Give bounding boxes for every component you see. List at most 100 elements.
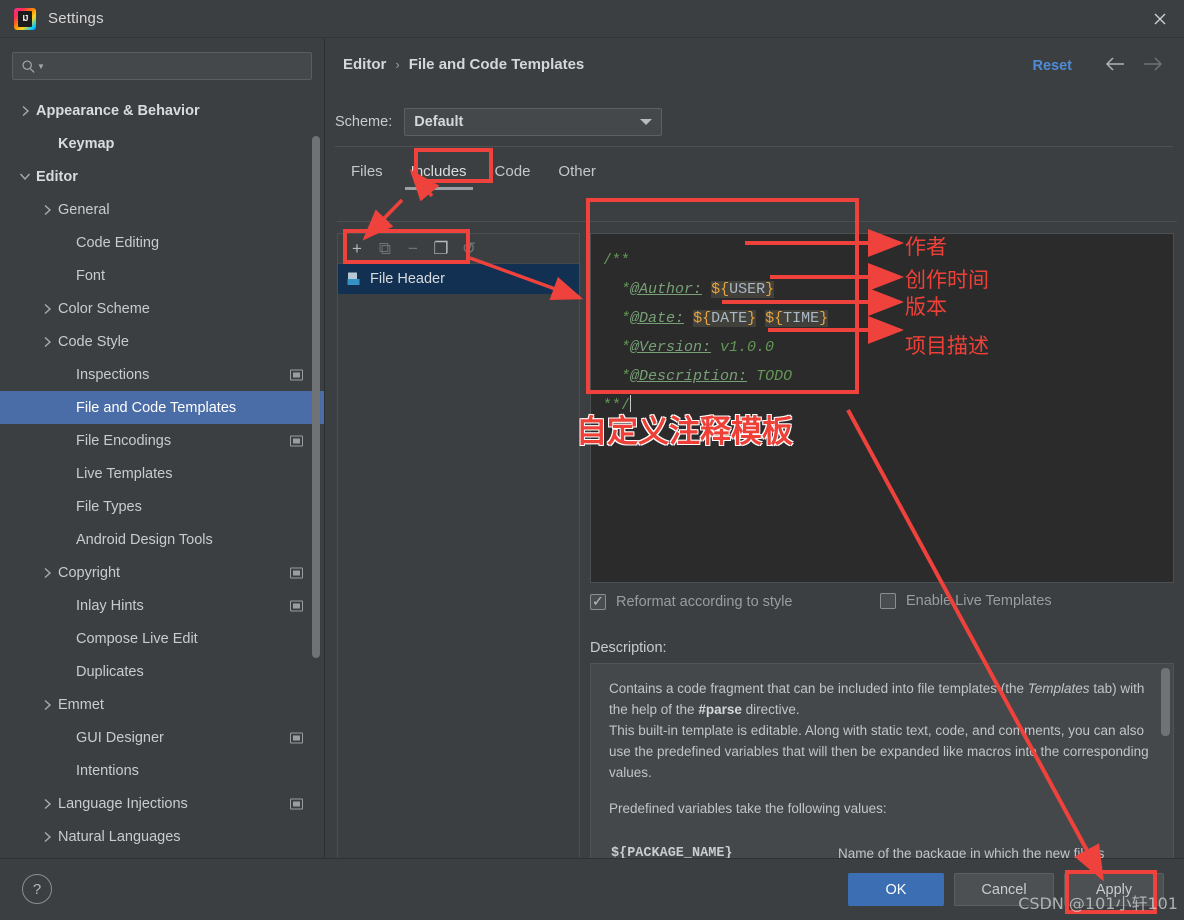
sidebar-item-compose-live-edit[interactable]: Compose Live Edit [0, 622, 324, 655]
copy-add-icon[interactable]: ⧉ [374, 238, 396, 260]
clone-icon[interactable]: ❐ [430, 238, 452, 260]
chevron-right-icon[interactable] [40, 797, 54, 811]
template-code-editor[interactable]: /** *@Author: ${USER} *@Date: ${DATE} ${… [590, 233, 1174, 583]
code-token: TODO [747, 368, 793, 385]
scheme-select[interactable]: Default [404, 108, 663, 136]
sidebar-item-editor[interactable]: Editor [0, 160, 324, 193]
code-line: *@Author: ${USER} [603, 275, 1173, 304]
editor-options: ✓ Reformat according to style Enable Liv… [590, 593, 1174, 619]
reformat-checkbox[interactable]: ✓ Reformat according to style [590, 594, 793, 610]
sidebar-item-language-injections[interactable]: Language Injections [0, 787, 324, 820]
cancel-button[interactable]: Cancel [954, 873, 1054, 906]
close-icon[interactable] [1136, 0, 1184, 37]
code-token: **/ [603, 397, 631, 414]
arrow-left-icon[interactable] [1104, 56, 1126, 72]
desc-p1-a: Contains a code fragment that can be inc… [609, 681, 1028, 696]
apply-button[interactable]: Apply [1064, 873, 1164, 906]
sidebar-item-code-style[interactable]: Code Style [0, 325, 324, 358]
arrow-right-icon[interactable] [1142, 56, 1164, 72]
code-token: * [621, 339, 631, 356]
sidebar-item-android-design-tools[interactable]: Android Design Tools [0, 523, 324, 556]
sidebar-item-inlay-hints[interactable]: Inlay Hints [0, 589, 324, 622]
nav-arrows [1104, 56, 1164, 72]
sidebar-item-font[interactable]: Font [0, 259, 324, 292]
sidebar-item-label: Copyright [58, 564, 121, 581]
help-button[interactable]: ? [22, 874, 52, 904]
breadcrumb-root[interactable]: Editor [343, 56, 386, 73]
chevron-right-icon[interactable] [40, 566, 54, 580]
sidebar-item-natural-languages[interactable]: Natural Languages [0, 820, 324, 853]
sidebar-item-gui-designer[interactable]: GUI Designer [0, 721, 324, 754]
add-icon[interactable]: + [346, 238, 368, 260]
vars-intro: Predefined variables take the following … [609, 801, 887, 816]
reset-link[interactable]: Reset [1033, 58, 1073, 74]
chevron-right-icon[interactable] [40, 698, 54, 712]
scheme-value: Default [414, 114, 464, 130]
sidebar-item-copyright[interactable]: Copyright [0, 556, 324, 589]
settings-sidebar: ▼ Appearance & Behavior Keymap Editor Gener… [0, 38, 325, 858]
code-line: *@Description: TODO [603, 362, 1173, 391]
ok-button[interactable]: OK [848, 873, 944, 906]
sidebar-item-general[interactable]: General [0, 193, 324, 226]
scheme-label: Scheme: [335, 114, 393, 130]
sidebar-item-keymap[interactable]: Keymap [0, 127, 324, 160]
sidebar-item-label: Appearance & Behavior [36, 102, 200, 119]
chevron-down-icon[interactable] [18, 170, 32, 184]
template-tabs[interactable]: Files Includes Code Other [337, 150, 1177, 192]
chevron-right-icon[interactable] [40, 830, 54, 844]
sidebar-item-file-types[interactable]: File Types [0, 490, 324, 523]
sidebar-item-label: Code Style [58, 333, 129, 350]
live-templates-checkbox[interactable]: Enable Live Templates [880, 593, 1052, 609]
intellij-idea-icon: IJ [14, 7, 36, 30]
description-paragraph-1: Contains a code fragment that can be inc… [609, 678, 1155, 720]
sidebar-item-label: Intentions [76, 762, 139, 779]
sidebar-item-inspections[interactable]: Inspections [0, 358, 324, 391]
sidebar-item-file-and-code-templates[interactable]: File and Code Templates [0, 391, 324, 424]
sidebar-scrollbar[interactable] [312, 136, 320, 658]
sidebar-item-intentions[interactable]: Intentions [0, 754, 324, 787]
code-token: v1.0.0 [711, 339, 775, 356]
breadcrumb-separator: › [395, 57, 400, 72]
chevron-right-icon[interactable] [40, 335, 54, 349]
remove-icon[interactable]: − [402, 238, 424, 260]
sidebar-item-label: Android Design Tools [76, 531, 213, 548]
code-token: * [621, 368, 631, 385]
settings-tree[interactable]: Appearance & Behavior Keymap Editor General… [0, 94, 324, 858]
chevron-right-icon[interactable] [18, 104, 32, 118]
sidebar-item-appearance-behavior[interactable]: Appearance & Behavior [0, 94, 324, 127]
list-item[interactable]: File Header [338, 264, 579, 294]
code-token: /** [603, 252, 631, 269]
search-box[interactable]: ▼ [12, 52, 312, 80]
scheme-row: Scheme: Default [335, 98, 1175, 146]
project-scope-badge-icon [290, 600, 303, 611]
code-token: DATE [711, 310, 748, 327]
sidebar-item-label: Compose Live Edit [76, 630, 198, 647]
sidebar-item-color-scheme[interactable]: Color Scheme [0, 292, 324, 325]
reset-undo-icon[interactable]: ↺ [458, 238, 480, 260]
chevron-right-icon[interactable] [40, 203, 54, 217]
sidebar-item-code-editing[interactable]: Code Editing [0, 226, 324, 259]
sidebar-item-file-encodings[interactable]: File Encodings [0, 424, 324, 457]
tab-code[interactable]: Code [481, 150, 545, 192]
description-box: Contains a code fragment that can be inc… [590, 663, 1174, 881]
text-caret [630, 395, 632, 412]
title-bar: IJ Settings [0, 0, 1184, 38]
sidebar-item-duplicates[interactable]: Duplicates [0, 655, 324, 688]
tab-other[interactable]: Other [544, 150, 610, 192]
search-input[interactable] [44, 58, 311, 74]
sidebar-item-emmet[interactable]: Emmet [0, 688, 324, 721]
template-list[interactable]: File Header [338, 264, 579, 294]
sidebar-item-live-templates[interactable]: Live Templates [0, 457, 324, 490]
description-scrollbar[interactable] [1161, 668, 1170, 736]
chevron-right-icon[interactable] [40, 302, 54, 316]
tab-includes[interactable]: Includes [397, 150, 481, 192]
header-divider [335, 146, 1173, 147]
tab-files[interactable]: Files [337, 150, 397, 192]
